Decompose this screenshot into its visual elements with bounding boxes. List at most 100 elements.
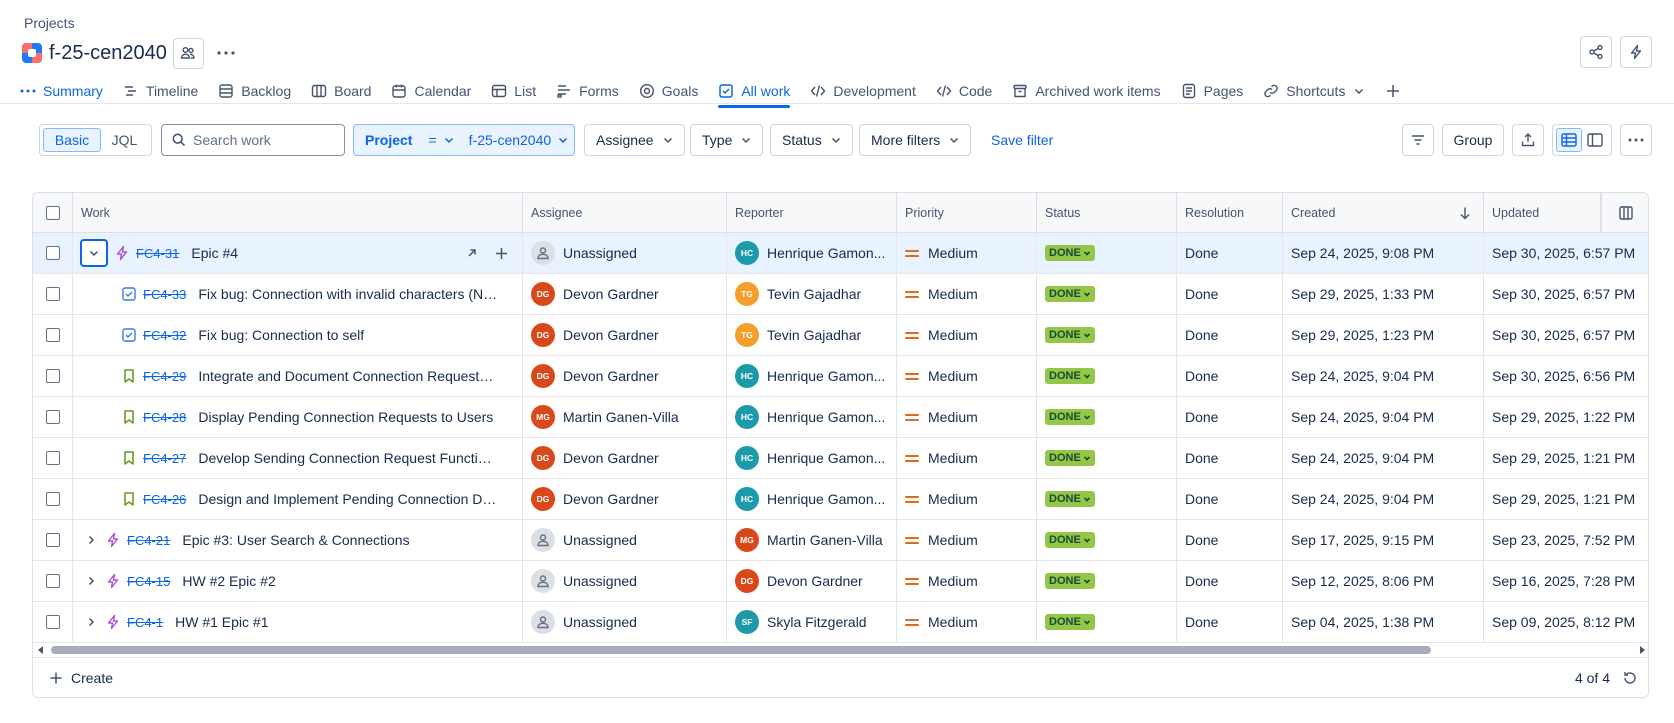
priority-cell[interactable]: Medium	[897, 520, 1037, 560]
assignee-cell[interactable]: DG Devon Gardner	[523, 274, 727, 314]
column-status[interactable]: Status	[1037, 193, 1177, 233]
table-row[interactable]: FC4-27 Develop Sending Connection Request…	[33, 438, 1648, 479]
status-badge[interactable]: DONE	[1045, 286, 1095, 302]
row-checkbox[interactable]	[45, 369, 60, 383]
row-checkbox[interactable]	[45, 287, 60, 301]
assignee-cell[interactable]: MG Martin Ganen-Villa	[523, 397, 727, 437]
issue-key-link[interactable]: FC4-33	[143, 287, 186, 302]
issue-summary-link[interactable]: HW #2 Epic #2	[182, 573, 275, 589]
priority-cell[interactable]: Medium	[897, 274, 1037, 314]
more-actions-button[interactable]	[210, 38, 242, 68]
expand-toggle[interactable]	[83, 573, 99, 589]
status-filter[interactable]: Status	[770, 124, 853, 156]
assignee-cell[interactable]: Unassigned	[523, 561, 727, 601]
issue-summary-link[interactable]: Integrate and Document Connection Reques…	[198, 368, 498, 384]
table-row[interactable]: FC4-31 Epic #4 Unassigned HC Henrique Gamon.…	[33, 233, 1648, 274]
export-button[interactable]	[1512, 124, 1544, 156]
sort-fields-button[interactable]	[1402, 124, 1434, 156]
assignee-cell[interactable]: Unassigned	[523, 233, 727, 273]
issue-key-link[interactable]: FC4-26	[143, 492, 186, 507]
status-badge[interactable]: DONE	[1045, 409, 1095, 425]
status-badge[interactable]: DONE	[1045, 491, 1095, 507]
column-resolution[interactable]: Resolution	[1177, 193, 1283, 233]
status-badge[interactable]: DONE	[1045, 573, 1095, 589]
expand-toggle[interactable]	[80, 239, 108, 267]
tab-development[interactable]: Development	[810, 78, 916, 104]
select-all-checkbox[interactable]	[45, 206, 60, 220]
project-filter-value[interactable]: f-25-cen2040	[469, 132, 552, 148]
reporter-cell[interactable]: HC Henrique Gamon...	[727, 438, 897, 478]
expand-toggle[interactable]	[83, 614, 99, 630]
status-badge[interactable]: DONE	[1045, 614, 1095, 630]
tab-shortcuts[interactable]: Shortcuts	[1263, 78, 1365, 104]
horizontal-scrollbar[interactable]	[33, 643, 1648, 657]
issue-summary-link[interactable]: Epic #4	[191, 245, 238, 261]
reporter-cell[interactable]: DG Devon Gardner	[727, 561, 897, 601]
priority-cell[interactable]: Medium	[897, 397, 1037, 437]
row-checkbox[interactable]	[45, 492, 60, 506]
tab-goals[interactable]: Goals	[639, 78, 698, 104]
table-row[interactable]: FC4-15 HW #2 Epic #2 Unassigned DG Devon Gar…	[33, 561, 1648, 602]
tab-summary[interactable]: Summary	[20, 78, 103, 104]
reporter-cell[interactable]: SF Skyla Fitzgerald	[727, 602, 897, 642]
reporter-cell[interactable]: HC Henrique Gamon...	[727, 356, 897, 396]
issue-key-link[interactable]: FC4-28	[143, 410, 186, 425]
group-button[interactable]: Group	[1442, 124, 1504, 156]
project-filter[interactable]: Project = f-25-cen2040	[353, 124, 575, 156]
priority-cell[interactable]: Medium	[897, 602, 1037, 642]
table-row[interactable]: FC4-26 Design and Implement Pending Conne…	[33, 479, 1648, 520]
reporter-cell[interactable]: TG Tevin Gajadhar	[727, 315, 897, 355]
status-badge[interactable]: DONE	[1045, 450, 1095, 466]
tab-list[interactable]: List	[491, 78, 536, 104]
column-assignee[interactable]: Assignee	[523, 193, 727, 233]
priority-cell[interactable]: Medium	[897, 233, 1037, 273]
issue-summary-link[interactable]: HW #1 Epic #1	[175, 614, 268, 630]
issue-key-link[interactable]: FC4-31	[136, 246, 179, 261]
tab-pages[interactable]: Pages	[1181, 78, 1243, 104]
issue-key-link[interactable]: FC4-21	[127, 533, 170, 548]
assignee-cell[interactable]: Unassigned	[523, 602, 727, 642]
priority-cell[interactable]: Medium	[897, 438, 1037, 478]
tab-all-work[interactable]: All work	[718, 78, 791, 108]
issue-summary-link[interactable]: Develop Sending Connection Request Funct…	[198, 450, 498, 466]
issue-key-link[interactable]: FC4-1	[127, 615, 163, 630]
row-checkbox[interactable]	[45, 615, 60, 629]
status-badge[interactable]: DONE	[1045, 327, 1095, 343]
issue-key-link[interactable]: FC4-32	[143, 328, 186, 343]
open-arrow-icon[interactable]	[466, 247, 478, 259]
jql-mode-button[interactable]: JQL	[101, 128, 148, 152]
create-button[interactable]: Create	[49, 658, 113, 697]
scroll-left-icon[interactable]	[37, 646, 45, 654]
search-input[interactable]	[193, 132, 333, 148]
detail-view-button[interactable]	[1582, 128, 1608, 152]
table-row[interactable]: FC4-33 Fix bug: Connection with invalid c…	[33, 274, 1648, 315]
reporter-cell[interactable]: HC Henrique Gamon...	[727, 397, 897, 437]
tab-archived-work-items[interactable]: Archived work items	[1012, 78, 1161, 104]
more-view-options-button[interactable]	[1620, 124, 1652, 156]
table-row[interactable]: FC4-1 HW #1 Epic #1 Unassigned SF Skyla Fitz…	[33, 602, 1648, 643]
priority-cell[interactable]: Medium	[897, 561, 1037, 601]
reporter-cell[interactable]: HC Henrique Gamon...	[727, 233, 897, 273]
assignee-cell[interactable]: DG Devon Gardner	[523, 479, 727, 519]
issue-summary-link[interactable]: Fix bug: Connection to self	[198, 327, 364, 343]
column-priority[interactable]: Priority	[897, 193, 1037, 233]
priority-cell[interactable]: Medium	[897, 315, 1037, 355]
tab-calendar[interactable]: Calendar	[391, 78, 471, 104]
save-filter-button[interactable]: Save filter	[991, 124, 1053, 156]
reporter-cell[interactable]: MG Martin Ganen-Villa	[727, 520, 897, 560]
assignee-cell[interactable]: DG Devon Gardner	[523, 315, 727, 355]
table-row[interactable]: FC4-29 Integrate and Document Connection …	[33, 356, 1648, 397]
issue-summary-link[interactable]: Epic #3: User Search & Connections	[182, 532, 409, 548]
row-checkbox[interactable]	[45, 451, 60, 465]
team-button[interactable]	[172, 37, 204, 69]
issue-summary-link[interactable]: Design and Implement Pending Connection …	[198, 491, 498, 507]
assignee-cell[interactable]: DG Devon Gardner	[523, 356, 727, 396]
priority-cell[interactable]: Medium	[897, 356, 1037, 396]
table-view-button[interactable]	[1556, 128, 1582, 152]
issue-summary-link[interactable]: Display Pending Connection Requests to U…	[198, 409, 493, 425]
tab-backlog[interactable]: Backlog	[218, 78, 291, 104]
add-tab-button[interactable]	[1385, 78, 1408, 104]
tab-timeline[interactable]: Timeline	[123, 78, 198, 104]
table-row[interactable]: FC4-32 Fix bug: Connection to self DG Devon…	[33, 315, 1648, 356]
type-filter[interactable]: Type	[690, 124, 764, 156]
